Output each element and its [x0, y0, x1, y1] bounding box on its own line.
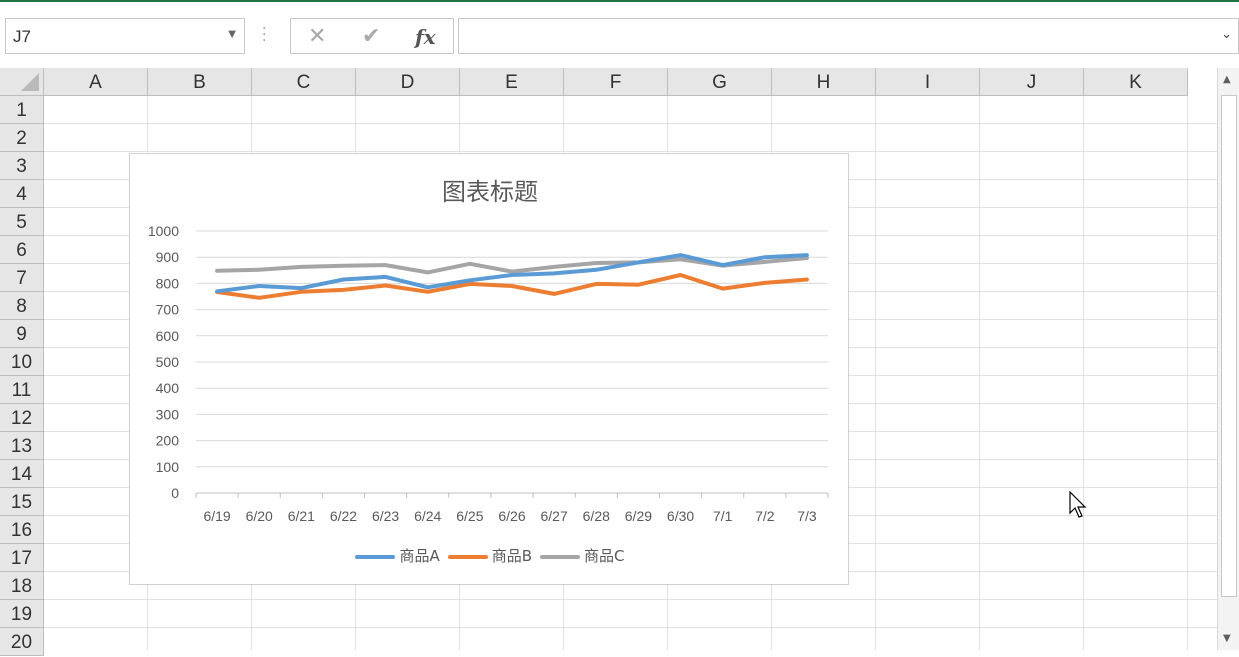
cancel-icon[interactable]: ✕ — [308, 24, 326, 49]
line-chart[interactable]: 图表标题 0 100 200 300 400 500 600 700 800 900 1000 6/1… — [129, 153, 849, 585]
column-header-a[interactable]: A — [44, 68, 148, 96]
row-header-3[interactable]: 3 — [0, 152, 44, 180]
x-tick-label: 6/23 — [372, 508, 399, 524]
select-all-icon — [21, 73, 39, 91]
y-tick-label: 100 — [156, 459, 180, 475]
x-tick-label: 6/26 — [498, 508, 525, 524]
drag-handle-icon[interactable]: · · · — [262, 22, 266, 48]
x-tick-label: 6/21 — [288, 508, 315, 524]
name-box-value: J7 — [13, 27, 31, 46]
x-tick-label: 7/1 — [713, 508, 733, 524]
insert-function-icon[interactable]: fx — [415, 25, 436, 49]
column-header-c[interactable]: C — [252, 68, 356, 96]
row-header-20[interactable]: 20 — [0, 628, 44, 656]
x-tick-label: 7/3 — [797, 508, 817, 524]
x-tick-label: 7/2 — [755, 508, 775, 524]
y-tick-label: 400 — [156, 380, 180, 396]
row-header-19[interactable]: 19 — [0, 600, 44, 628]
chart-legend[interactable]: 商品A 商品B 商品C — [130, 545, 850, 566]
scroll-thumb[interactable] — [1221, 95, 1237, 597]
row-header-4[interactable]: 4 — [0, 180, 44, 208]
row-header-6[interactable]: 6 — [0, 236, 44, 264]
column-header-j[interactable]: J — [980, 68, 1084, 96]
formula-buttons: ✕ ✔ fx — [290, 18, 454, 54]
y-tick-label: 600 — [156, 328, 180, 344]
row-header-2[interactable]: 2 — [0, 124, 44, 152]
vertical-scrollbar[interactable]: ▲ ▼ — [1217, 68, 1239, 650]
row-header-13[interactable]: 13 — [0, 432, 44, 460]
row-header-18[interactable]: 18 — [0, 572, 44, 600]
x-tick-label: 6/27 — [541, 508, 568, 524]
row-header-15[interactable]: 15 — [0, 488, 44, 516]
column-header-i[interactable]: I — [876, 68, 980, 96]
legend-swatch — [447, 554, 488, 559]
column-header-g[interactable]: G — [668, 68, 772, 96]
row-header-12[interactable]: 12 — [0, 404, 44, 432]
legend-item[interactable]: 商品C — [540, 545, 625, 566]
y-tick-label: 0 — [171, 485, 179, 501]
row-header-10[interactable]: 10 — [0, 348, 44, 376]
expand-formula-bar-icon[interactable]: ⌄ — [1221, 27, 1232, 42]
legend-label: 商品A — [399, 547, 440, 565]
x-tick-label: 6/24 — [414, 508, 441, 524]
row-header-1[interactable]: 1 — [0, 96, 44, 124]
x-tick-label: 6/28 — [583, 508, 610, 524]
column-header-f[interactable]: F — [564, 68, 668, 96]
select-all-button[interactable] — [0, 68, 44, 96]
x-tick-label: 6/29 — [625, 508, 652, 524]
mouse-cursor-icon — [1069, 491, 1087, 518]
y-tick-label: 300 — [156, 406, 180, 422]
row-header-9[interactable]: 9 — [0, 320, 44, 348]
formula-bar: J7 ▼ · · · ✕ ✔ fx ⌄ — [0, 2, 1239, 68]
chart-plot: 0 100 200 300 400 500 600 700 800 900 1000 6/19 6/20… — [148, 223, 829, 524]
chevron-down-icon[interactable]: ▼ — [228, 29, 236, 40]
row-header-7[interactable]: 7 — [0, 264, 44, 292]
row-header-5[interactable]: 5 — [0, 208, 44, 236]
formula-input[interactable]: ⌄ — [458, 18, 1239, 54]
x-tick-label: 6/19 — [203, 508, 230, 524]
legend-item[interactable]: 商品A — [355, 545, 440, 566]
y-tick-label: 500 — [156, 354, 180, 370]
legend-label: 商品B — [491, 547, 533, 565]
legend-swatch — [355, 554, 396, 559]
legend-item[interactable]: 商品B — [447, 545, 533, 566]
column-header-d[interactable]: D — [356, 68, 460, 96]
x-tick-label: 6/20 — [246, 508, 273, 524]
row-header-16[interactable]: 16 — [0, 516, 44, 544]
y-tick-label: 200 — [156, 433, 180, 449]
row-header-11[interactable]: 11 — [0, 376, 44, 404]
legend-swatch — [540, 554, 581, 559]
row-header-17[interactable]: 17 — [0, 544, 44, 572]
y-tick-label: 900 — [156, 249, 180, 265]
y-tick-label: 800 — [156, 275, 180, 291]
row-header-14[interactable]: 14 — [0, 460, 44, 488]
column-header-h[interactable]: H — [772, 68, 876, 96]
x-tick-label: 6/30 — [667, 508, 694, 524]
enter-icon[interactable]: ✔ — [362, 24, 380, 49]
y-tick-label: 1000 — [148, 223, 179, 239]
x-tick-label: 6/25 — [456, 508, 483, 524]
scroll-up-icon[interactable]: ▲ — [1223, 74, 1231, 85]
y-tick-label: 700 — [156, 302, 180, 318]
column-header-e[interactable]: E — [460, 68, 564, 96]
legend-label: 商品C — [584, 547, 625, 565]
name-box[interactable]: J7 ▼ — [5, 18, 245, 54]
x-tick-label: 6/22 — [330, 508, 357, 524]
row-header-8[interactable]: 8 — [0, 292, 44, 320]
column-header-b[interactable]: B — [148, 68, 252, 96]
column-header-k[interactable]: K — [1084, 68, 1188, 96]
scroll-down-icon[interactable]: ▼ — [1223, 633, 1231, 644]
